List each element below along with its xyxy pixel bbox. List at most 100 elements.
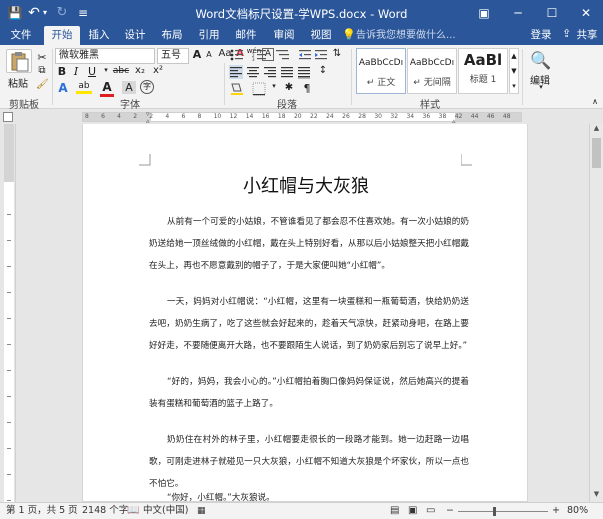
zoom-level[interactable]: 80% <box>567 503 588 519</box>
editing-dropdown-icon[interactable]: ▾ <box>536 83 546 91</box>
tab-file[interactable]: 文件 <box>2 26 40 45</box>
style-heading-1[interactable]: AaBl 标题 1 <box>458 48 508 94</box>
multilevel-list-icon[interactable] <box>275 48 291 62</box>
sort-icon[interactable]: ⇅ <box>330 48 344 62</box>
ruler-number: 28 <box>358 113 366 120</box>
borders-icon[interactable] <box>252 82 266 96</box>
grow-font-icon[interactable]: A <box>191 48 203 61</box>
tab-layout[interactable]: 布局 <box>154 26 190 45</box>
ruler-number: 32 <box>390 113 399 120</box>
distributed-icon[interactable] <box>297 65 311 79</box>
align-right-icon[interactable] <box>263 65 277 79</box>
tell-me-search[interactable]: 告诉我您想要做什么... <box>356 27 456 44</box>
scroll-up-icon[interactable]: ▲ <box>590 124 603 136</box>
paragraph: 一天，妈妈对小红帽说：“小红帽，这里有一块蛋糕和一瓶葡萄酒，快给奶奶送去吧，奶奶… <box>149 297 469 352</box>
horizontal-ruler[interactable]: 8 6 4 2 2 4 6 8 10 12 14 16 18 20 22 24 26 28 30 32 34 36 38 42… <box>82 110 522 125</box>
italic-button[interactable]: I <box>71 65 81 78</box>
find-icon[interactable]: 🔍 <box>530 51 551 71</box>
ribbon-display-options-icon[interactable]: ▣ <box>467 0 501 26</box>
collapse-ribbon-icon[interactable]: ∧ <box>590 97 600 106</box>
language-indicator[interactable]: 中文(中国) <box>143 503 188 519</box>
format-painter-icon[interactable]: 🖌 <box>36 79 49 91</box>
document-page[interactable]: 小红帽与大灰狼 从前有一个可爱的小姑娘，不管谁看见了都会忍不住喜欢她。有一次小姑… <box>82 124 528 502</box>
paragraph: “好的，妈妈，我会小心的。”小红帽拍着胸口像妈妈保证说，然后她高兴的提着装有蛋糕… <box>149 377 469 410</box>
ruler-number: 16 <box>261 113 270 120</box>
ruler-number: 4 <box>165 113 170 120</box>
vertical-scrollbar[interactable]: ▲ ▼ <box>589 124 603 502</box>
minimize-icon[interactable]: ─ <box>501 0 535 26</box>
show-marks-icon[interactable]: ¶ <box>300 82 314 96</box>
macro-icon[interactable]: ▦ <box>197 503 206 519</box>
tab-references[interactable]: 引用 <box>192 26 226 45</box>
bold-button[interactable]: B <box>56 65 68 78</box>
ruler-number: 36 <box>422 113 431 120</box>
proofing-icon[interactable]: 📖 <box>127 503 139 519</box>
align-center-icon[interactable] <box>246 65 260 79</box>
tab-selector-icon[interactable] <box>3 112 13 122</box>
cut-icon[interactable]: ✂ <box>36 51 48 64</box>
web-layout-icon[interactable]: ▭ <box>426 503 435 519</box>
ruler-number: 22 <box>310 113 318 120</box>
zoom-slider[interactable] <box>458 507 548 516</box>
shrink-font-icon[interactable]: A <box>204 50 214 59</box>
scroll-down-icon[interactable]: ▼ <box>590 490 603 502</box>
tab-review[interactable]: 审阅 <box>266 26 302 45</box>
decrease-indent-icon[interactable] <box>298 48 312 62</box>
strikethrough-button[interactable]: abc <box>112 66 130 76</box>
increase-indent-icon[interactable] <box>314 48 328 62</box>
shading-icon[interactable] <box>229 82 245 96</box>
paste-button[interactable]: 粘贴 <box>4 75 32 90</box>
print-layout-icon[interactable]: ▣ <box>408 503 417 519</box>
font-color-icon[interactable]: A <box>100 80 114 97</box>
styles-group-label: 样式 <box>420 100 440 111</box>
enclose-characters-icon[interactable]: 字 <box>140 80 154 94</box>
justify-icon[interactable] <box>280 65 294 79</box>
status-bar: 第 1 页，共 5 页 2148 个字 📖 中文(中国) ▦ ▤ ▣ ▭ − +… <box>0 502 603 519</box>
ruler-tick <box>7 292 11 293</box>
word-count[interactable]: 2148 个字 <box>82 503 128 519</box>
maximize-icon[interactable]: ☐ <box>535 0 569 26</box>
styles-scroll[interactable]: ▲ ▼ ▾ <box>509 48 519 94</box>
text-effects-icon[interactable]: A <box>56 81 70 95</box>
share-button[interactable]: 共享 <box>572 26 602 45</box>
subscript-button[interactable]: x₂ <box>132 65 148 76</box>
underline-button[interactable]: U <box>86 65 98 78</box>
tab-home[interactable]: 开始 <box>44 26 80 45</box>
character-shading-icon[interactable]: A <box>122 81 136 94</box>
tab-design[interactable]: 设计 <box>118 26 152 45</box>
ruler-tick <box>7 474 11 475</box>
scrollbar-thumb[interactable] <box>592 138 601 168</box>
borders-dropdown-icon[interactable]: ▾ <box>270 82 278 90</box>
tab-mailings[interactable]: 邮件 <box>228 26 264 45</box>
ruler-tick <box>7 240 11 241</box>
ruler-number: 12 <box>229 113 238 120</box>
read-mode-icon[interactable]: ▤ <box>390 503 399 519</box>
chinese-layout-icon[interactable]: ✱ <box>282 82 296 96</box>
highlight-icon[interactable]: ab <box>76 81 92 94</box>
vertical-ruler[interactable] <box>0 124 16 502</box>
zoom-in-icon[interactable]: + <box>552 503 560 519</box>
zoom-slider-thumb[interactable] <box>493 507 496 516</box>
line-spacing-icon[interactable]: ↕ <box>316 65 330 79</box>
tab-insert[interactable]: 插入 <box>82 26 116 45</box>
font-name-select[interactable]: 微软雅黑 <box>55 48 155 64</box>
divider <box>224 63 225 105</box>
align-left-icon[interactable] <box>229 65 243 79</box>
style-normal[interactable]: AaBbCcDı ↵ 正文 <box>356 48 406 94</box>
bullets-icon[interactable] <box>229 48 245 62</box>
numbering-icon[interactable]: 123 <box>252 48 268 62</box>
style-no-spacing[interactable]: AaBbCcDı ↵ 无间隔 <box>407 48 457 94</box>
sign-in-link[interactable]: 登录 <box>526 26 556 45</box>
copy-icon[interactable]: ⧉ <box>36 65 48 77</box>
paragraph: “你好，小红帽。”大灰狼说。 <box>167 493 275 502</box>
text-area <box>4 182 14 502</box>
close-icon[interactable]: ✕ <box>569 0 603 26</box>
paste-icon[interactable] <box>6 49 32 73</box>
zoom-out-icon[interactable]: − <box>446 503 454 519</box>
underline-dropdown-icon[interactable]: ▾ <box>102 66 110 74</box>
page-count[interactable]: 第 1 页，共 5 页 <box>6 503 78 519</box>
ruler-number: 46 <box>486 113 495 120</box>
tab-view[interactable]: 视图 <box>304 26 338 45</box>
superscript-button[interactable]: x² <box>150 65 166 76</box>
font-size-select[interactable]: 五号 <box>157 48 189 64</box>
